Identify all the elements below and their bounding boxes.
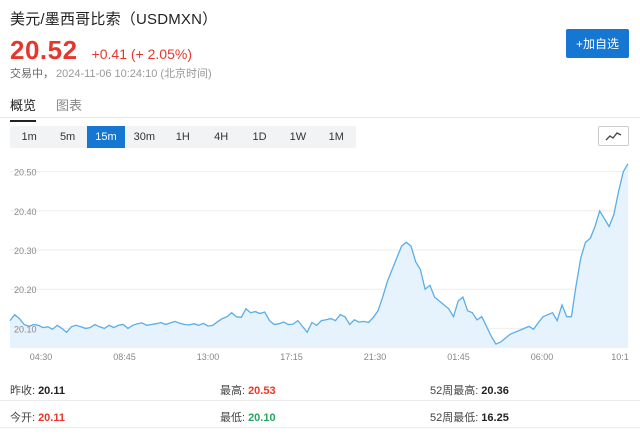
prev-close-value: 20.11 (38, 385, 65, 397)
x-tick-label: 17:15 (280, 352, 303, 362)
tabs-divider (0, 117, 640, 118)
price-chart[interactable]: 20.50 20.40 20.30 20.20 20.10 04:30 08:45 13:00… (0, 152, 640, 368)
stats-row: 昨收: 20.11 最高: 20.53 52周最高: 20.36 (0, 374, 640, 401)
w52-high-stat: 52周最高: 20.36 (430, 385, 509, 397)
period-30m[interactable]: 30m (125, 126, 163, 148)
high-stat: 最高: 20.53 (220, 385, 276, 397)
trading-status: 交易中， 2024-11-06 10:24:10 (北京时间) (10, 68, 212, 80)
w52-high-value: 20.36 (481, 385, 509, 397)
low-stat: 最低: 20.10 (220, 412, 276, 424)
x-tick-label: 04:30 (30, 352, 53, 362)
period-15m[interactable]: 15m (86, 126, 126, 148)
price-line (9, 163, 629, 345)
open-stat: 今开: 20.11 (10, 412, 65, 424)
w52-low-stat: 52周最低: 16.25 (430, 412, 509, 424)
y-tick-label: 20.10 (14, 324, 37, 334)
x-tick-label: 06:00 (531, 352, 554, 362)
period-1m[interactable]: 1M (317, 126, 355, 148)
high-value: 20.53 (248, 385, 276, 397)
x-tick-label: 08:45 (113, 352, 136, 362)
period-selector: 1m 5m 15m 30m 1H 4H 1D 1W 1M (10, 126, 356, 148)
period-1h[interactable]: 1H (164, 126, 202, 148)
period-4h[interactable]: 4H (202, 126, 240, 148)
stats-panel: 昨收: 20.11 最高: 20.53 52周最高: 20.36 今开: 20.11 最… (0, 374, 640, 428)
quote-timestamp: 2024-11-06 10:24:10 (北京时间) (56, 68, 212, 80)
chart-type-button[interactable] (598, 126, 629, 146)
x-tick-label: 01:45 (447, 352, 470, 362)
page-title: 美元/墨西哥比索（USDMXN） (10, 11, 218, 28)
w52-low-value: 16.25 (481, 412, 509, 424)
period-1m[interactable]: 1m (10, 126, 48, 148)
stats-row: 今开: 20.11 最低: 20.10 52周最低: 16.25 (0, 401, 640, 428)
last-price: 20.52 (10, 35, 78, 65)
y-tick-label: 20.40 (14, 207, 37, 217)
x-tick-label: 10:1 (611, 352, 629, 362)
period-1w[interactable]: 1W (279, 126, 317, 148)
open-value: 20.11 (38, 412, 65, 424)
y-tick-label: 20.50 (14, 168, 37, 178)
x-tick-label: 21:30 (364, 352, 387, 362)
price-change: +0.41 (+ 2.05%) (91, 46, 192, 62)
add-watchlist-button[interactable]: +加自选 (566, 29, 629, 58)
price-area (10, 163, 628, 348)
quote-row: 20.52 +0.41 (+ 2.05%) (10, 35, 192, 66)
x-tick-label: 13:00 (197, 352, 220, 362)
prev-close-stat: 昨收: 20.11 (10, 385, 65, 397)
y-tick-label: 20.30 (14, 246, 37, 256)
period-5m[interactable]: 5m (48, 126, 86, 148)
period-1d[interactable]: 1D (240, 126, 278, 148)
y-tick-label: 20.20 (14, 285, 37, 295)
low-value: 20.10 (248, 412, 276, 424)
status-text: 交易中 (10, 68, 43, 80)
line-chart-icon (605, 132, 622, 141)
